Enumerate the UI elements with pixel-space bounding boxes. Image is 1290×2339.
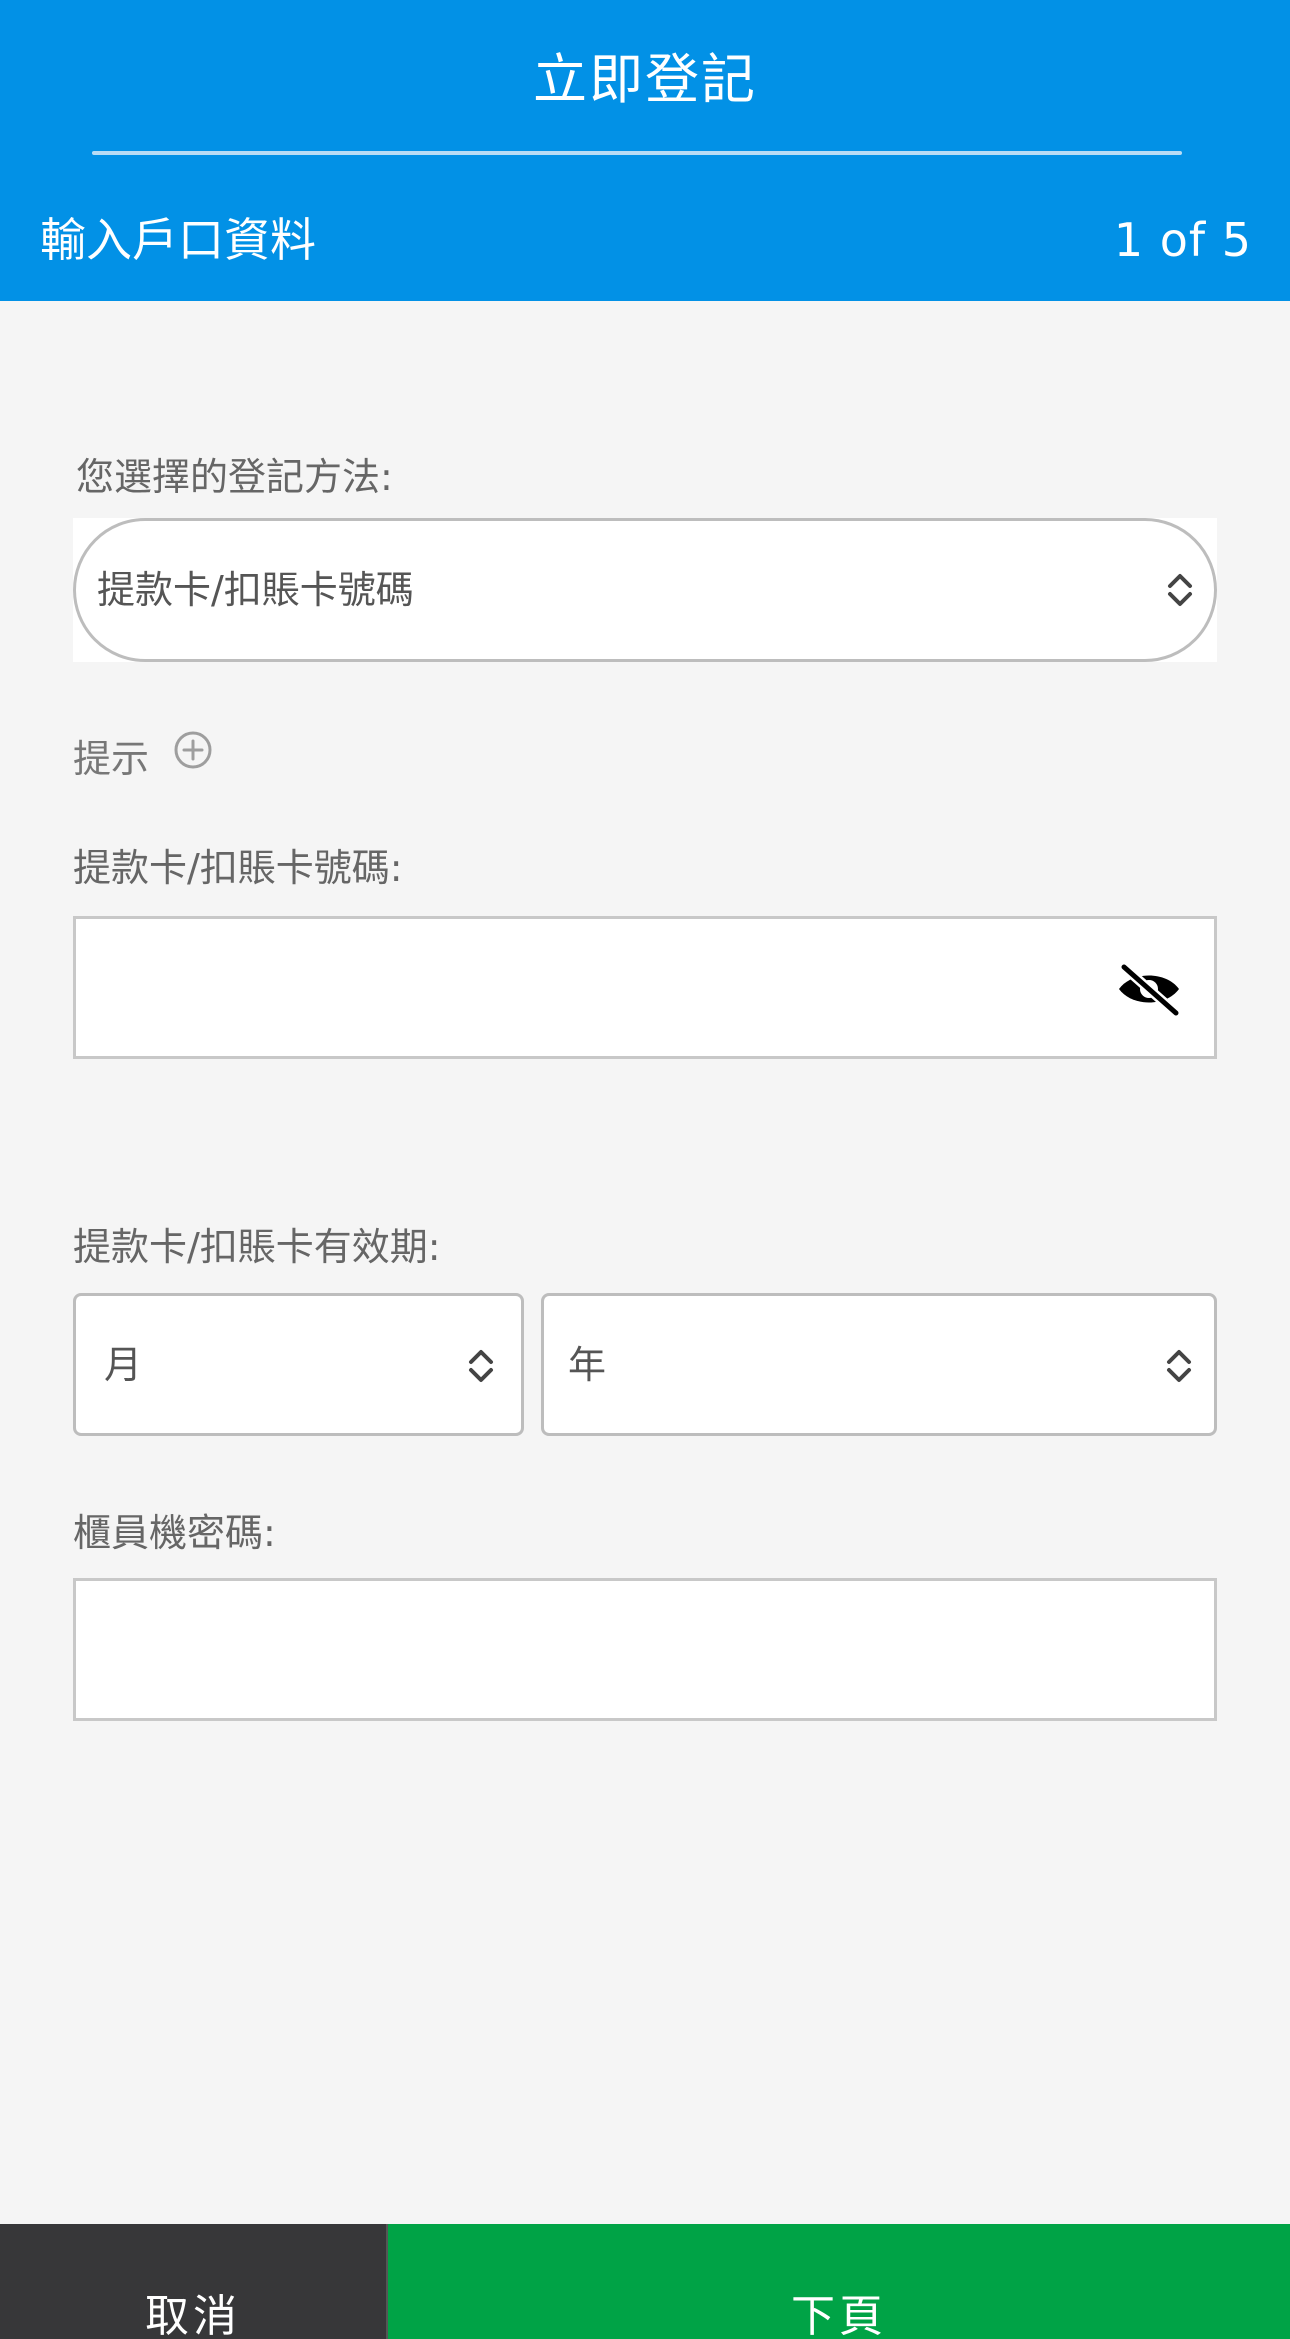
chevron-up-down-icon [469,1350,493,1382]
header-divider [92,151,1182,155]
card-number-input[interactable] [73,916,1217,1059]
method-selected-value: 提款卡/扣賬卡號碼 [97,568,414,612]
step-counter: 1 of 5 [1113,213,1252,267]
atm-pin-label: 櫃員機密碼: [73,1511,276,1555]
chevron-up-down-icon [1168,574,1192,606]
next-button-label: 下頁 [791,2291,887,2339]
expiry-year-select[interactable]: 年 [541,1293,1217,1436]
registration-page: 立即登記 輸入戶口資料 1 of 5 您選擇的登記方法: 提款卡/扣賬卡號碼 提… [0,0,1290,2339]
footer-actions: 取消 下頁 [0,2224,1290,2339]
method-select[interactable]: 提款卡/扣賬卡號碼 [73,518,1217,662]
atm-pin-input[interactable] [73,1578,1217,1721]
method-label: 您選擇的登記方法: [76,455,393,499]
cancel-button[interactable]: 取消 [0,2224,388,2339]
page-title: 立即登記 [533,48,757,111]
expiry-month-value: 月 [104,1343,143,1387]
cancel-button-label: 取消 [145,2291,241,2339]
card-number-label: 提款卡/扣賬卡號碼: [73,846,403,890]
expiry-label: 提款卡/扣賬卡有效期: [73,1225,441,1269]
header: 立即登記 輸入戶口資料 1 of 5 [0,0,1290,301]
next-button[interactable]: 下頁 [388,2224,1290,2339]
eye-off-icon[interactable] [1114,959,1184,1019]
step-title: 輸入戶口資料 [40,213,316,267]
plus-circle-icon[interactable] [173,730,213,770]
expiry-year-value: 年 [568,1343,607,1387]
chevron-up-down-icon [1167,1350,1191,1382]
expiry-month-select[interactable]: 月 [73,1293,524,1436]
tip-label: 提示 [73,737,150,781]
